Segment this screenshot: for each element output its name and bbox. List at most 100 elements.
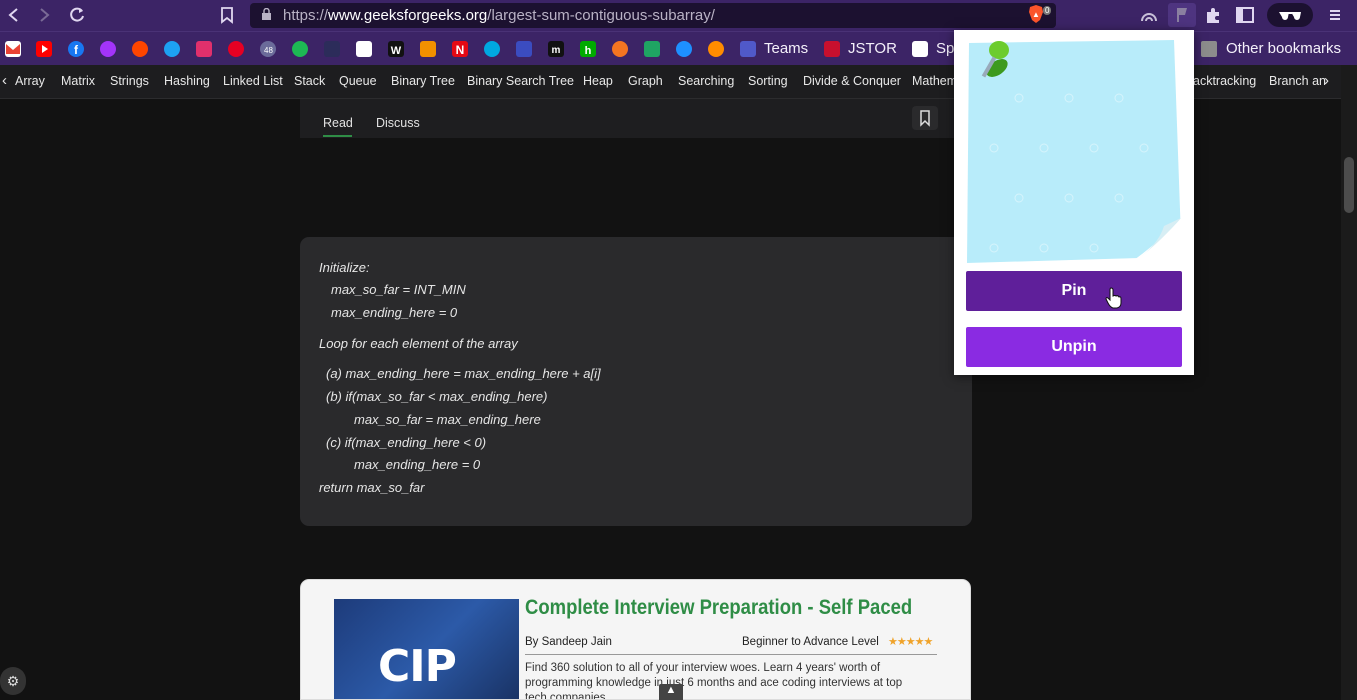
sticky-note-popup: Pin Unpin	[954, 30, 1194, 375]
lock-icon	[262, 8, 271, 20]
instagram-icon[interactable]	[196, 41, 212, 57]
youtube-icon[interactable]	[36, 41, 52, 57]
bank-icon[interactable]	[676, 41, 692, 57]
url-domain: www.geeksforgeeks.org	[328, 7, 488, 24]
topic-backtracking[interactable]: acktracking	[1193, 74, 1256, 88]
vpn-icon[interactable]	[1139, 5, 1159, 25]
topic-heap[interactable]: Heap	[583, 74, 613, 88]
topic-stack[interactable]: Stack	[294, 74, 325, 88]
scroll-to-top-button[interactable]: ▲	[659, 684, 683, 700]
hackerrank-icon[interactable]: h	[580, 41, 596, 57]
reload-icon[interactable]	[66, 4, 88, 26]
play-icon[interactable]	[356, 41, 372, 57]
pinterest-icon[interactable]	[228, 41, 244, 57]
gmail-icon[interactable]	[5, 41, 21, 57]
brave-shield-icon[interactable]: ▲	[1028, 5, 1044, 23]
facebook-icon[interactable]: f	[68, 41, 84, 57]
bookmark-page-icon[interactable]	[216, 4, 238, 26]
netflix-icon[interactable]: N	[452, 41, 468, 57]
page-scrollbar[interactable]	[1341, 65, 1357, 700]
code-line: (b) if(max_so_far < max_ending_here)	[326, 389, 548, 404]
wattpad-icon[interactable]: W	[388, 41, 404, 57]
topic-branch-and-bound[interactable]: Branch an	[1269, 74, 1326, 88]
sun-icon[interactable]	[708, 41, 724, 57]
bookmark-partial[interactable]: Sp	[936, 40, 954, 57]
back-icon[interactable]	[3, 4, 25, 26]
code-line: max_ending_here = 0	[354, 457, 481, 472]
svg-text:▲: ▲	[1032, 10, 1040, 19]
save-article-button[interactable]	[912, 106, 938, 130]
other-bookmarks[interactable]: Other bookmarks	[1226, 40, 1341, 57]
notifications-badge: 48	[264, 46, 273, 55]
topic-binary-tree[interactable]: Binary Tree	[391, 74, 455, 88]
crunchyroll-icon[interactable]	[612, 41, 628, 57]
svg-text:f: f	[74, 43, 79, 57]
tab-read[interactable]: Read	[323, 116, 353, 130]
sidebar-toggle-icon[interactable]	[1235, 5, 1255, 25]
url-scheme: https://	[283, 7, 329, 24]
url-text: https://www.geeksforgeeks.org/largest-su…	[283, 7, 715, 24]
topic-searching[interactable]: Searching	[678, 74, 734, 88]
course-ad-author: By Sandeep Jain	[525, 636, 612, 648]
hand-cursor-icon	[1105, 287, 1122, 309]
topic-sorting[interactable]: Sorting	[748, 74, 788, 88]
reddit-icon[interactable]	[132, 41, 148, 57]
nav-right-icon[interactable]: ›	[1324, 72, 1329, 89]
topic-queue[interactable]: Queue	[339, 74, 377, 88]
forward-icon[interactable]	[33, 4, 55, 26]
code-line: Initialize:	[319, 260, 370, 275]
extensions-puzzle-icon[interactable]	[1203, 5, 1223, 25]
pin-button[interactable]: Pin	[966, 271, 1182, 311]
code-line: (a) max_ending_here = max_ending_here + …	[326, 366, 601, 381]
settings-gear-icon[interactable]: ⚙	[0, 667, 26, 695]
jstor-icon[interactable]	[824, 41, 840, 57]
topic-mathematical[interactable]: Mathem	[912, 74, 957, 88]
spotify-icon[interactable]	[292, 41, 308, 57]
course-ad-image: CIP	[334, 599, 519, 699]
code-line: max_ending_here = 0	[331, 305, 458, 320]
prime-video-icon[interactable]	[484, 41, 500, 57]
svg-text:N: N	[456, 43, 465, 57]
sticky-note-extension-icon[interactable]	[1168, 3, 1196, 27]
bookmark-blue-icon[interactable]	[516, 41, 532, 57]
unpin-button[interactable]: Unpin	[966, 327, 1182, 367]
course-ad-title[interactable]: Complete Interview Preparation - Self Pa…	[525, 596, 912, 620]
messenger-icon[interactable]	[100, 41, 116, 57]
notifications-icon[interactable]: 48	[260, 41, 276, 57]
private-profile-icon[interactable]	[1267, 3, 1313, 27]
topic-binary-search-tree[interactable]: Binary Search Tree	[467, 74, 574, 88]
address-bar[interactable]: https://www.geeksforgeeks.org/largest-su…	[250, 3, 1056, 28]
active-tab-indicator	[323, 135, 352, 137]
nav-left-icon[interactable]: ‹	[2, 72, 7, 89]
browser-toolbar: https://www.geeksforgeeks.org/largest-su…	[0, 0, 1357, 31]
topic-divide-conquer[interactable]: Divide & Conquer	[803, 74, 901, 88]
deezer-icon[interactable]	[324, 41, 340, 57]
tab-discuss[interactable]: Discuss	[376, 116, 420, 130]
code-line: (c) if(max_ending_here < 0)	[326, 435, 487, 450]
infinity-icon[interactable]	[420, 41, 436, 57]
course-ad-banner[interactable]: CIP Complete Interview Preparation - Sel…	[300, 579, 971, 700]
topic-linked-list[interactable]: Linked List	[223, 74, 283, 88]
url-path: /largest-sum-contiguous-subarray/	[487, 7, 715, 24]
medium-icon[interactable]: m	[548, 41, 564, 57]
bookmark-jstor[interactable]: JSTOR	[848, 40, 897, 57]
topic-array[interactable]: Array	[15, 74, 45, 88]
svg-text:h: h	[585, 45, 592, 57]
code-line: max_so_far = INT_MIN	[331, 282, 466, 297]
menu-icon[interactable]	[1325, 5, 1345, 25]
topic-graph[interactable]: Graph	[628, 74, 663, 88]
teams-icon[interactable]	[740, 41, 756, 57]
google-drive-icon[interactable]	[644, 41, 660, 57]
course-ad-level: Beginner to Advance Level	[742, 636, 879, 648]
svg-text:W: W	[391, 45, 402, 57]
twitter-icon[interactable]	[164, 41, 180, 57]
course-ad-image-text: CIP	[378, 641, 457, 692]
topic-hashing[interactable]: Hashing	[164, 74, 210, 88]
scrollbar-thumb[interactable]	[1344, 157, 1354, 213]
topic-strings[interactable]: Strings	[110, 74, 149, 88]
bookmark-icon	[920, 110, 930, 127]
bookmark-teams[interactable]: Teams	[764, 40, 808, 57]
topic-matrix[interactable]: Matrix	[61, 74, 95, 88]
sticky-note-image	[967, 40, 1181, 263]
bookmark-partial-icon[interactable]	[912, 41, 928, 57]
